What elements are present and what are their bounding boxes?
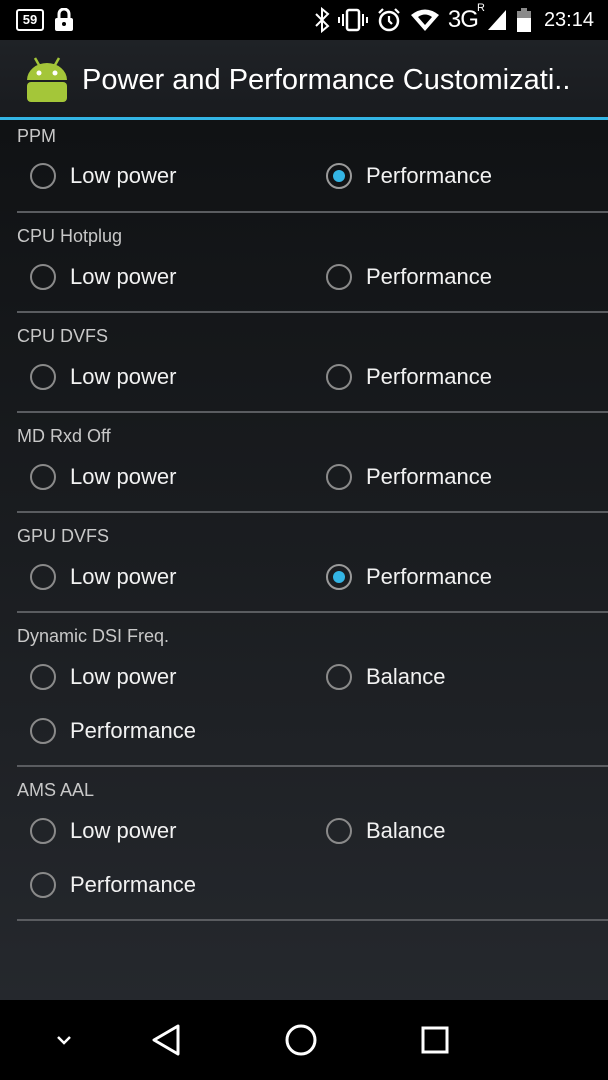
radio-option-balance[interactable]: Balance	[326, 813, 446, 849]
back-icon	[152, 1024, 180, 1056]
radio-option-low-power[interactable]: Low power	[30, 813, 176, 849]
radio-button[interactable]	[30, 364, 56, 390]
section-title: PPM	[17, 126, 57, 146]
divider	[17, 919, 608, 921]
radio-button[interactable]	[326, 364, 352, 390]
radio-option-performance[interactable]: Performance	[326, 459, 492, 495]
option-label: Performance	[366, 564, 492, 589]
option-label: Performance	[70, 718, 196, 743]
radio-button[interactable]	[30, 564, 56, 590]
section-title: CPU DVFS	[17, 326, 109, 346]
radio-option-low-power[interactable]: Low power	[30, 459, 176, 495]
roaming-indicator: R	[476, 2, 485, 14]
radio-option-performance[interactable]: Performance	[326, 359, 492, 395]
hide-keyboard-icon	[57, 1036, 71, 1045]
option-label: Low power	[70, 564, 177, 589]
option-label: Low power	[70, 163, 177, 188]
option-label: Balance	[366, 664, 446, 689]
notification-count-badge: 59	[16, 9, 44, 31]
section-title: GPU DVFS	[17, 526, 110, 546]
radio-button[interactable]	[30, 464, 56, 490]
divider	[17, 511, 608, 513]
radio-button[interactable]	[326, 664, 352, 690]
option-label: Performance	[366, 464, 492, 489]
radio-option-performance[interactable]: Performance	[326, 559, 492, 595]
radio-button-checked[interactable]	[326, 163, 352, 189]
radio-button[interactable]	[30, 163, 56, 189]
recents-icon	[421, 1026, 449, 1054]
option-label: Balance	[366, 818, 446, 843]
divider	[17, 765, 608, 767]
option-label: Performance	[366, 264, 492, 289]
home-button[interactable]	[277, 1018, 325, 1062]
radio-option-low-power[interactable]: Low power	[30, 158, 176, 194]
option-label: Low power	[70, 818, 177, 843]
radio-button[interactable]	[30, 872, 56, 898]
divider	[17, 411, 608, 413]
radio-button[interactable]	[326, 464, 352, 490]
radio-button[interactable]	[326, 818, 352, 844]
clock: 23:14	[543, 8, 594, 31]
radio-option-performance[interactable]: Performance	[30, 867, 196, 903]
option-label: Low power	[70, 464, 177, 489]
radio-option-low-power[interactable]: Low power	[30, 359, 176, 395]
option-label: Low power	[70, 664, 177, 689]
radio-option-performance[interactable]: Performance	[30, 713, 196, 749]
alarm-icon	[378, 8, 400, 32]
radio-button[interactable]	[30, 718, 56, 744]
status-bar: 59 3G R 23:14	[0, 0, 608, 40]
radio-option-low-power[interactable]: Low power	[30, 659, 176, 695]
option-label: Performance	[366, 163, 492, 188]
section-title: AMS AAL	[17, 780, 95, 800]
radio-option-low-power[interactable]: Low power	[30, 259, 176, 295]
radio-option-performance[interactable]: Performance	[326, 158, 492, 194]
navigation-bar	[0, 1000, 608, 1080]
back-button[interactable]	[142, 1018, 190, 1062]
option-label: Low power	[70, 264, 177, 289]
radio-option-balance[interactable]: Balance	[326, 659, 446, 695]
radio-button[interactable]	[30, 664, 56, 690]
option-label: Low power	[70, 364, 177, 389]
cell-signal-icon	[487, 10, 506, 30]
wifi-icon	[410, 9, 439, 31]
divider	[17, 611, 608, 613]
divider	[17, 211, 608, 213]
option-label: Performance	[70, 872, 196, 897]
battery-icon	[516, 8, 531, 32]
divider	[17, 311, 608, 313]
android-icon[interactable]	[22, 56, 72, 104]
vibrate-icon	[337, 8, 368, 32]
radio-button[interactable]	[30, 264, 56, 290]
radio-option-low-power[interactable]: Low power	[30, 559, 176, 595]
hide-keyboard-button[interactable]	[40, 1018, 88, 1062]
option-label: Performance	[366, 364, 492, 389]
section-title: Dynamic DSI Freq.	[17, 626, 170, 646]
radio-option-performance[interactable]: Performance	[326, 259, 492, 295]
action-bar: Power and Performance Customizati..	[0, 40, 608, 118]
page-title: Power and Performance Customizati..	[82, 64, 571, 96]
radio-button[interactable]	[30, 818, 56, 844]
section-title: CPU Hotplug	[17, 226, 123, 246]
network-type: 3G R	[447, 2, 485, 33]
bluetooth-icon	[315, 7, 330, 33]
settings-list[interactable]: PPM Low power Performance CPU Hotplug Lo…	[0, 120, 608, 1000]
radio-button-checked[interactable]	[326, 564, 352, 590]
lock-icon	[55, 8, 73, 31]
recents-button[interactable]	[411, 1018, 459, 1062]
radio-button[interactable]	[326, 264, 352, 290]
home-icon	[285, 1024, 317, 1056]
section-title: MD Rxd Off	[17, 426, 111, 446]
